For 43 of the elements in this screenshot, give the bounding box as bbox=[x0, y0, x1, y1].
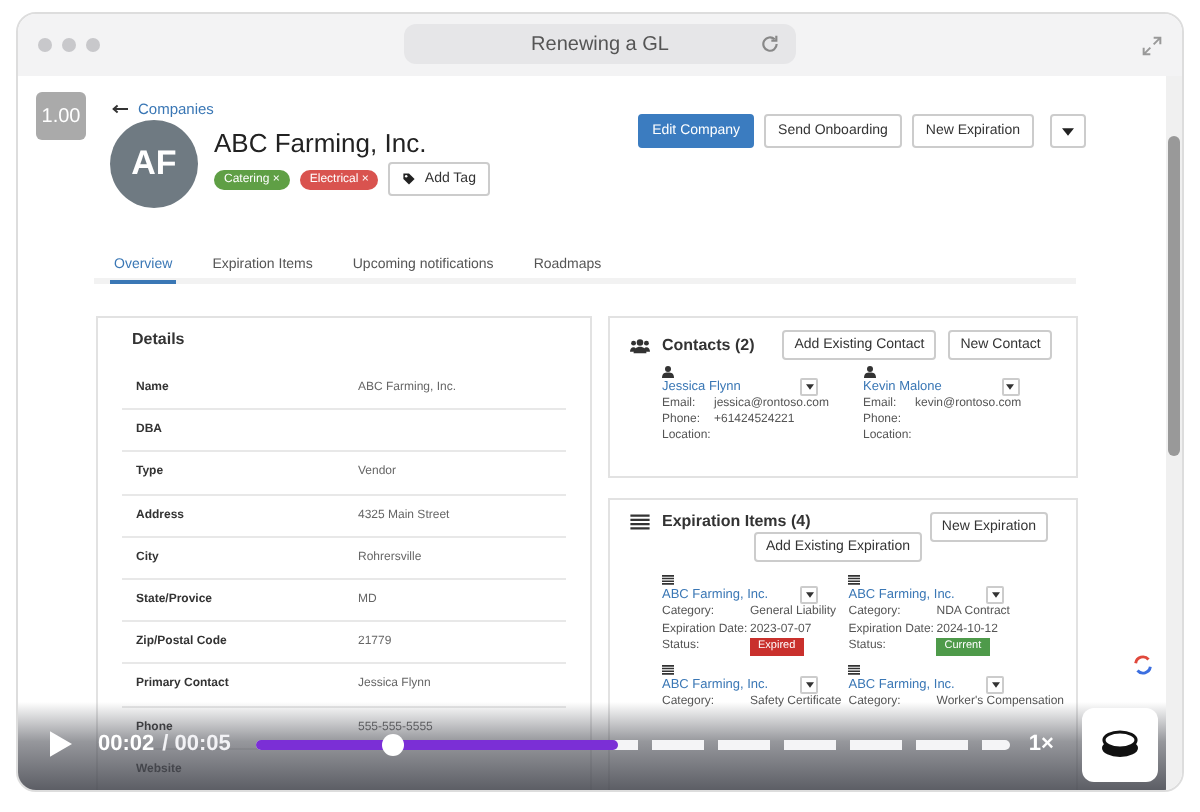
sync-icon[interactable] bbox=[1132, 654, 1154, 676]
caret-icon bbox=[805, 384, 813, 390]
card-title: Expiration Items (4) bbox=[662, 512, 811, 530]
list-icon bbox=[630, 513, 650, 529]
expiration-menu-button[interactable] bbox=[986, 586, 1005, 604]
progress-track[interactable] bbox=[256, 739, 1011, 749]
contact-menu-button[interactable] bbox=[1001, 378, 1019, 396]
caret-icon bbox=[805, 592, 813, 598]
list-icon bbox=[662, 664, 674, 676]
window-title: Renewing a GL bbox=[531, 33, 669, 55]
caret-icon bbox=[1006, 384, 1014, 390]
caret-icon bbox=[991, 592, 1000, 598]
caret-icon bbox=[1062, 127, 1074, 135]
scrollbar[interactable] bbox=[1166, 76, 1182, 790]
more-actions-button[interactable] bbox=[1050, 114, 1086, 148]
expand-icon[interactable] bbox=[1142, 35, 1162, 55]
current-time: 00:02 bbox=[98, 732, 155, 756]
version-badge: 1.00 bbox=[36, 92, 86, 140]
app-badge[interactable] bbox=[1081, 707, 1158, 781]
people-icon bbox=[630, 337, 650, 353]
caret-icon bbox=[991, 682, 1000, 688]
contact-menu-button[interactable] bbox=[800, 378, 818, 396]
card-title: Details bbox=[130, 330, 187, 348]
address-bar[interactable]: Renewing a GL bbox=[404, 24, 796, 64]
company-name: ABC Farming, Inc. bbox=[214, 128, 429, 158]
total-time: / 00:05 bbox=[162, 732, 231, 756]
expiration-menu-button[interactable] bbox=[986, 676, 1005, 694]
list-icon bbox=[662, 574, 674, 586]
caret-icon bbox=[805, 682, 813, 688]
list-icon bbox=[848, 664, 861, 676]
playback-speed-button[interactable]: 1× bbox=[1028, 732, 1054, 756]
play-icon[interactable] bbox=[50, 730, 72, 758]
tag-icon bbox=[402, 172, 417, 186]
person-icon bbox=[863, 366, 875, 378]
expiration-menu-button[interactable] bbox=[800, 676, 818, 694]
person-icon bbox=[662, 366, 674, 378]
reload-icon[interactable] bbox=[760, 34, 780, 54]
back-arrow-icon[interactable] bbox=[112, 104, 128, 114]
list-icon bbox=[848, 574, 861, 586]
company-avatar: AF bbox=[110, 120, 198, 208]
card-title: Contacts (2) bbox=[662, 336, 755, 354]
expiration-menu-button[interactable] bbox=[800, 586, 818, 604]
disc-icon bbox=[1099, 730, 1140, 758]
